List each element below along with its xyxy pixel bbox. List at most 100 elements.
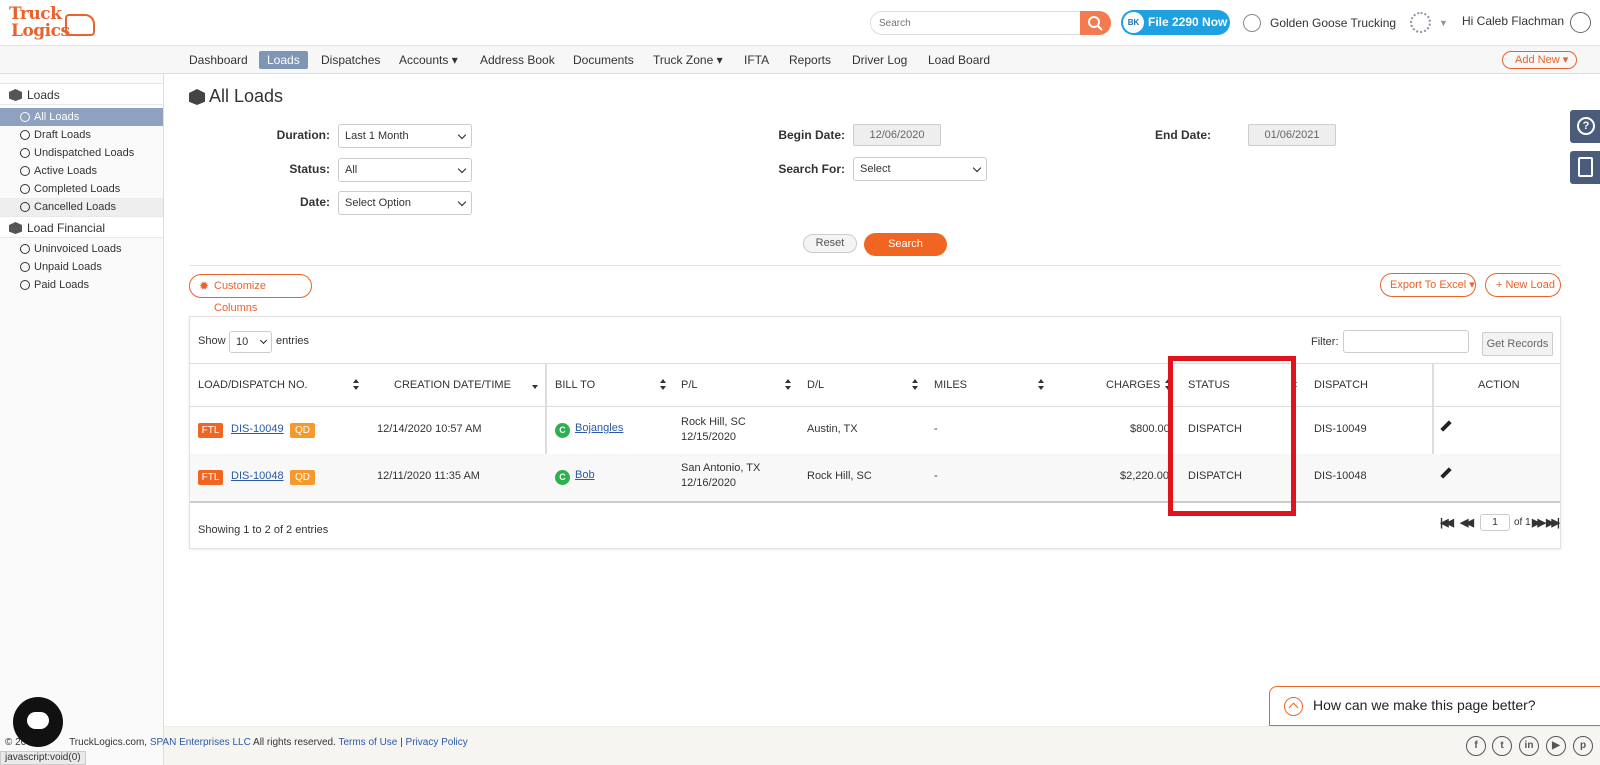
date-value: Select Option (345, 197, 412, 209)
col-charges[interactable]: CHARGES (1106, 379, 1160, 391)
nav-load-board[interactable]: Load Board (920, 51, 998, 69)
prev-page-icon[interactable]: ◀◀ (1460, 516, 1474, 529)
col-miles[interactable]: MILES (934, 379, 967, 391)
status-select[interactable]: All (338, 158, 472, 182)
nav-ifta[interactable]: IFTA (736, 51, 777, 69)
sidebar-item-label: Unpaid Loads (34, 261, 102, 273)
file-2290-button[interactable]: BK File 2290 Now (1121, 10, 1230, 35)
add-new-button[interactable]: Add New ▾ (1502, 51, 1577, 69)
duration-select[interactable]: Last 1 Month (338, 124, 472, 148)
youtube-icon[interactable]: ▶ (1546, 736, 1566, 756)
sidebar-item-active-loads[interactable]: Active Loads (0, 162, 163, 180)
bill-to-link[interactable]: Bojangles (575, 422, 623, 434)
sidebar-item-paid-loads[interactable]: Paid Loads (0, 276, 163, 294)
search-submit-button[interactable]: Search (864, 233, 947, 256)
col-bill-to[interactable]: BILL TO (555, 379, 595, 391)
sidebar-item-completed-loads[interactable]: Completed Loads (0, 180, 163, 198)
page-title-text: All Loads (209, 86, 284, 106)
sort-icon[interactable] (912, 379, 919, 391)
sort-icon[interactable] (785, 379, 792, 391)
filter-input[interactable] (1343, 330, 1469, 353)
pickup-date: 12/16/2020 (681, 477, 737, 489)
question-icon: ? (1577, 117, 1595, 135)
sidebar-group-loads[interactable]: Loads (0, 83, 163, 105)
search-icon (1088, 16, 1103, 31)
search-button[interactable] (1080, 11, 1111, 35)
feedback-widget[interactable]: How can we make this page better? (1269, 686, 1600, 726)
nav-address-book[interactable]: Address Book (472, 51, 563, 69)
circle-icon (20, 244, 30, 254)
span-link[interactable]: SPAN Enterprises LLC (150, 737, 251, 748)
qd-badge: QD (290, 423, 315, 438)
user-greeting[interactable]: Hi Caleb Flachman (1462, 14, 1564, 28)
linkedin-icon[interactable]: in (1519, 736, 1539, 756)
customize-columns-button[interactable]: ✹ Customize Columns (189, 274, 312, 314)
search-for-value: Select (860, 163, 891, 175)
sidebar-item-uninvoiced-loads[interactable]: Uninvoiced Loads (0, 240, 163, 258)
sidebar-item-label: Active Loads (34, 165, 97, 177)
nav-driver-log[interactable]: Driver Log (844, 51, 915, 69)
terms-link[interactable]: Terms of Use (338, 737, 397, 748)
company-switcher[interactable]: Golden Goose Trucking (1243, 13, 1396, 33)
page-title: All Loads (189, 86, 283, 107)
col-dl[interactable]: D/L (807, 379, 824, 391)
pickup-location: Rock Hill, SC (681, 416, 746, 428)
delivery-location: Austin, TX (807, 423, 858, 435)
notes-tab[interactable] (1570, 151, 1600, 184)
facebook-icon[interactable]: f (1466, 736, 1486, 756)
date-select[interactable]: Select Option (338, 191, 472, 215)
sidebar-item-unpaid-loads[interactable]: Unpaid Loads (0, 258, 163, 276)
sort-icon[interactable] (1038, 379, 1045, 391)
sidebar-item-all-loads[interactable]: All Loads (0, 108, 163, 126)
sort-desc-icon[interactable] (532, 378, 539, 390)
settings-menu[interactable]: ▼ (1410, 12, 1450, 34)
trucklogics-logo[interactable]: Truck Logics (9, 4, 95, 42)
edit-pencil-icon[interactable] (1440, 467, 1452, 479)
privacy-link[interactable]: Privacy Policy (406, 737, 468, 748)
col-load-dispatch-no[interactable]: LOAD/DISPATCH NO. (198, 379, 308, 391)
col-creation-date[interactable]: CREATION DATE/TIME (394, 379, 511, 391)
status-label: Status: (289, 162, 330, 176)
sidebar-item-draft-loads[interactable]: Draft Loads (0, 126, 163, 144)
sidebar-item-cancelled-loads[interactable]: Cancelled Loads (0, 198, 163, 216)
end-date-field[interactable]: 01/06/2021 (1248, 124, 1336, 146)
bill-to-link[interactable]: Bob (575, 469, 595, 481)
col-dispatch[interactable]: DISPATCH (1314, 379, 1368, 391)
col-pl[interactable]: P/L (681, 379, 698, 391)
nav-dispatches[interactable]: Dispatches (313, 51, 388, 69)
nav-loads[interactable]: Loads (259, 51, 308, 69)
begin-date-field[interactable]: 12/06/2020 (853, 124, 941, 146)
sidebar-group-label: Loads (27, 88, 60, 102)
last-page-icon[interactable]: ▶▶| (1546, 516, 1560, 529)
twitter-icon[interactable]: t (1492, 736, 1512, 756)
load-number-link[interactable]: DIS-10048 (231, 470, 284, 482)
sort-icon[interactable] (660, 379, 667, 391)
load-number-link[interactable]: DIS-10049 (231, 423, 284, 435)
nav-documents[interactable]: Documents (565, 51, 642, 69)
col-action: ACTION (1478, 379, 1520, 391)
sidebar-item-undispatched-loads[interactable]: Undispatched Loads (0, 144, 163, 162)
sidebar-group-load-financial[interactable]: Load Financial (0, 216, 163, 238)
next-page-icon[interactable]: ▶▶ (1532, 516, 1546, 529)
nav-dashboard[interactable]: Dashboard (181, 51, 256, 69)
new-load-button[interactable]: + New Load (1485, 273, 1561, 297)
edit-pencil-icon[interactable] (1440, 420, 1452, 432)
search-for-select[interactable]: Select (853, 157, 987, 181)
get-records-button[interactable]: Get Records (1482, 332, 1553, 356)
global-search-input[interactable] (870, 11, 1080, 35)
export-excel-button[interactable]: Export To Excel ▾ (1380, 273, 1476, 297)
reset-button[interactable]: Reset (803, 234, 857, 253)
top-header: Truck Logics BK File 2290 Now Golden Goo… (0, 0, 1600, 46)
entries-select[interactable]: 10 (229, 331, 272, 353)
first-page-icon[interactable]: |◀◀ (1440, 516, 1454, 529)
nav-truck-zone[interactable]: Truck Zone ▾ (645, 51, 731, 69)
chat-bubble-icon[interactable] (13, 697, 63, 747)
nav-reports[interactable]: Reports (781, 51, 839, 69)
page-number-input[interactable]: 1 (1480, 514, 1510, 531)
sort-icon[interactable] (353, 379, 360, 391)
pinterest-icon[interactable]: p (1573, 736, 1593, 756)
miles: - (934, 470, 938, 482)
nav-accounts[interactable]: Accounts ▾ (391, 51, 466, 69)
user-avatar-icon[interactable] (1570, 12, 1591, 33)
help-tab[interactable]: ? (1570, 110, 1600, 143)
